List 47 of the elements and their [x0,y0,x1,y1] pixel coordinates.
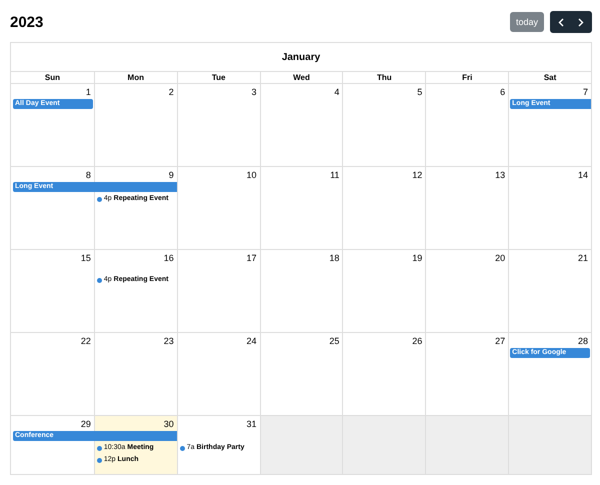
day-number[interactable]: 17 [244,250,260,264]
day-number[interactable]: 1 [82,84,94,98]
weekday-header: Sat [508,72,591,83]
chevron-right-icon [578,18,584,26]
day-number[interactable]: 22 [78,333,94,347]
day-number[interactable]: 21 [574,250,591,264]
weekday-header: Wed [260,72,342,83]
day-number[interactable]: 12 [409,167,426,181]
event-dot-icon [96,278,102,282]
day-number[interactable]: 18 [326,250,342,264]
calendar-year-title: 2023 [10,14,44,30]
day-number[interactable]: 14 [574,167,591,181]
day-number[interactable]: 13 [492,167,508,181]
day-number[interactable]: 8 [82,167,94,181]
day-number[interactable]: 4 [331,84,342,98]
event-dot-icon [96,446,102,450]
day-number[interactable]: 25 [326,333,342,347]
weekday-header: Fri [425,72,508,83]
day-number[interactable]: 5 [414,84,426,98]
day-number[interactable]: 20 [492,250,508,264]
day-number[interactable]: 6 [497,84,508,98]
month-title: January [280,50,322,64]
day-number[interactable]: 31 [244,416,260,430]
day-number[interactable]: 30 [160,416,177,430]
weekday-header: Thu [342,72,426,83]
chevron-left-icon [558,18,564,26]
day-number[interactable]: 15 [78,250,94,264]
day-number[interactable]: 9 [166,167,177,181]
day-number[interactable]: 11 [327,167,342,181]
weekday-header: Mon [94,72,177,83]
day-number[interactable]: 3 [248,84,260,98]
event-dot-icon [180,446,185,450]
day-number[interactable]: 28 [574,333,591,347]
day-number[interactable]: 2 [166,84,177,98]
day-number[interactable]: 24 [244,333,260,347]
day-number[interactable]: 19 [409,250,426,264]
day-number[interactable]: 16 [160,250,177,264]
event-dot-icon [96,196,102,202]
day-number[interactable]: 29 [78,416,94,430]
day-number[interactable]: 7 [580,84,591,98]
event-dot-icon [96,458,102,462]
weekday-header: Tue [176,72,260,83]
weekday-header: Sun [44,72,61,83]
day-number[interactable]: 10 [244,167,260,181]
day-number[interactable]: 27 [492,333,508,347]
day-number[interactable]: 23 [160,333,177,347]
day-number[interactable]: 26 [409,333,426,347]
